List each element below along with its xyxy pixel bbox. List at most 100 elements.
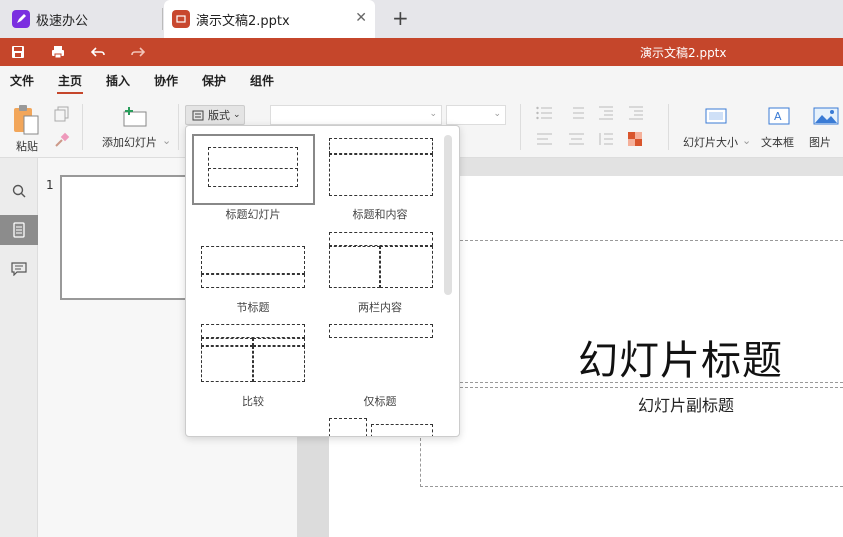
add-slide-icon[interactable] <box>122 106 148 131</box>
chevron-down-icon[interactable]: ⌄ <box>162 134 171 147</box>
increase-indent-icon[interactable] <box>628 106 644 123</box>
decrease-indent-icon[interactable] <box>598 106 614 123</box>
ribbon-divider <box>520 104 521 150</box>
layout-dropdown-button[interactable]: 版式 ⌄ <box>185 105 245 125</box>
document-title: 演示文稿2.pptx <box>640 46 727 60</box>
menu-insert[interactable]: 插入 <box>106 72 130 89</box>
tab-divider <box>162 8 163 30</box>
undo-icon[interactable] <box>88 42 108 62</box>
close-icon[interactable]: ✕ <box>355 10 367 26</box>
tab-home[interactable]: 极速办公 <box>4 0 162 38</box>
placeholder-guide <box>460 240 843 241</box>
app-window: 极速办公 演示文稿2.pptx ✕ + 演示文稿2.pptx 文件 主页 插入 … <box>0 0 843 537</box>
font-family-select[interactable]: ⌄ <box>270 105 442 125</box>
tab-document-label: 演示文稿2.pptx <box>196 13 290 29</box>
layout-preview-box <box>371 424 433 436</box>
dropdown-scrollbar[interactable] <box>444 135 452 295</box>
layout-preview-box <box>380 246 433 288</box>
layout-two-content[interactable] <box>329 232 433 288</box>
layout-preview-box <box>201 338 253 346</box>
subtitle-placeholder[interactable] <box>420 387 843 487</box>
layout-preview-box <box>329 154 433 196</box>
textbox-icon[interactable]: A <box>768 107 790 128</box>
tab-home-label: 极速办公 <box>36 13 89 29</box>
layout-icon <box>192 110 204 120</box>
layout-title-content[interactable] <box>329 138 433 196</box>
slide-subtitle[interactable]: 幻灯片副标题 <box>638 392 734 416</box>
textbox-label[interactable]: 文本框 <box>761 134 794 150</box>
layout-preview-box <box>329 232 433 246</box>
menu-file[interactable]: 文件 <box>10 72 34 89</box>
slide-title[interactable]: 幻灯片标题 <box>578 328 783 386</box>
layout-preview-box <box>253 346 305 382</box>
chevron-down-icon: ⌄ <box>429 109 437 119</box>
layout-preview-line <box>208 168 298 169</box>
layout-button-label: 版式 <box>208 109 230 122</box>
save-icon[interactable] <box>8 42 28 62</box>
paste-icon[interactable] <box>12 104 40 139</box>
chevron-down-icon: ⌄ <box>493 109 501 119</box>
layout-label: 节标题 <box>236 301 270 314</box>
redo-icon[interactable] <box>128 42 148 62</box>
layout-preview-box <box>201 274 305 288</box>
title-bar: 演示文稿2.pptx <box>0 38 843 66</box>
menu-bar: 文件 主页 插入 协作 保护 组件 <box>0 66 843 94</box>
copy-icon[interactable] <box>54 106 70 125</box>
presentation-icon <box>172 10 190 28</box>
slide-number: 1 <box>46 178 54 192</box>
layout-preview-box <box>329 138 433 154</box>
svg-text:A: A <box>774 110 782 123</box>
ribbon-divider <box>178 104 179 150</box>
layout-preview-box <box>201 246 305 274</box>
layout-comparison[interactable] <box>201 324 305 382</box>
layout-label: 仅标题 <box>363 395 397 408</box>
fill-color-icon[interactable] <box>628 132 642 149</box>
layout-label: 标题幻灯片 <box>225 208 281 221</box>
layout-preview-box <box>201 324 305 338</box>
slide-size-icon[interactable] <box>705 108 727 129</box>
layout-title-only[interactable] <box>329 324 433 340</box>
layout-label: 比较 <box>242 395 264 408</box>
layout-preview-box <box>253 338 305 346</box>
layout-title-slide[interactable] <box>192 134 315 205</box>
rocket-icon <box>12 10 30 28</box>
search-icon[interactable] <box>0 176 38 206</box>
line-spacing-icon[interactable] <box>598 132 614 149</box>
tab-document[interactable]: 演示文稿2.pptx ✕ <box>164 0 375 38</box>
slide-size-label[interactable]: 幻灯片大小 <box>683 134 738 150</box>
bullet-list-icon[interactable] <box>536 106 556 123</box>
font-size-select[interactable]: ⌄ <box>446 105 506 125</box>
chevron-down-icon[interactable]: ⌄ <box>742 134 751 147</box>
layout-section-header[interactable] <box>201 246 305 288</box>
slide-thumbnail[interactable] <box>60 175 190 300</box>
layout-preview-box <box>201 346 253 382</box>
menu-protect[interactable]: 保护 <box>202 72 226 89</box>
paste-label[interactable]: 粘贴 <box>16 138 38 154</box>
ribbon-divider <box>82 104 83 150</box>
menu-components[interactable]: 组件 <box>250 72 274 89</box>
add-slide-label[interactable]: 添加幻灯片 <box>102 134 157 150</box>
chevron-down-icon: ⌄ <box>233 110 241 120</box>
slides-panel-icon[interactable] <box>0 215 38 245</box>
ribbon-divider <box>668 104 669 150</box>
layout-preview-box <box>329 418 367 436</box>
layout-preview-box <box>208 147 298 187</box>
layout-label: 标题和内容 <box>352 208 408 221</box>
print-icon[interactable] <box>48 42 68 62</box>
align-left-icon[interactable] <box>536 132 556 149</box>
add-tab-icon[interactable]: + <box>392 6 409 30</box>
layout-preview-box <box>329 324 433 338</box>
picture-label[interactable]: 图片 <box>809 134 831 150</box>
tab-bar: 极速办公 演示文稿2.pptx ✕ + <box>0 0 843 38</box>
numbered-list-icon[interactable] <box>568 106 588 123</box>
comment-icon[interactable] <box>0 254 38 284</box>
menu-home[interactable]: 主页 <box>58 72 82 89</box>
layout-label: 两栏内容 <box>358 301 402 314</box>
format-painter-icon[interactable] <box>54 132 70 151</box>
align-center-icon[interactable] <box>568 132 588 149</box>
picture-icon[interactable] <box>813 107 839 128</box>
menu-collaborate[interactable]: 协作 <box>154 72 178 89</box>
layout-next-partial[interactable] <box>329 418 433 436</box>
left-nav <box>0 158 38 537</box>
layout-preview-box <box>329 246 380 288</box>
